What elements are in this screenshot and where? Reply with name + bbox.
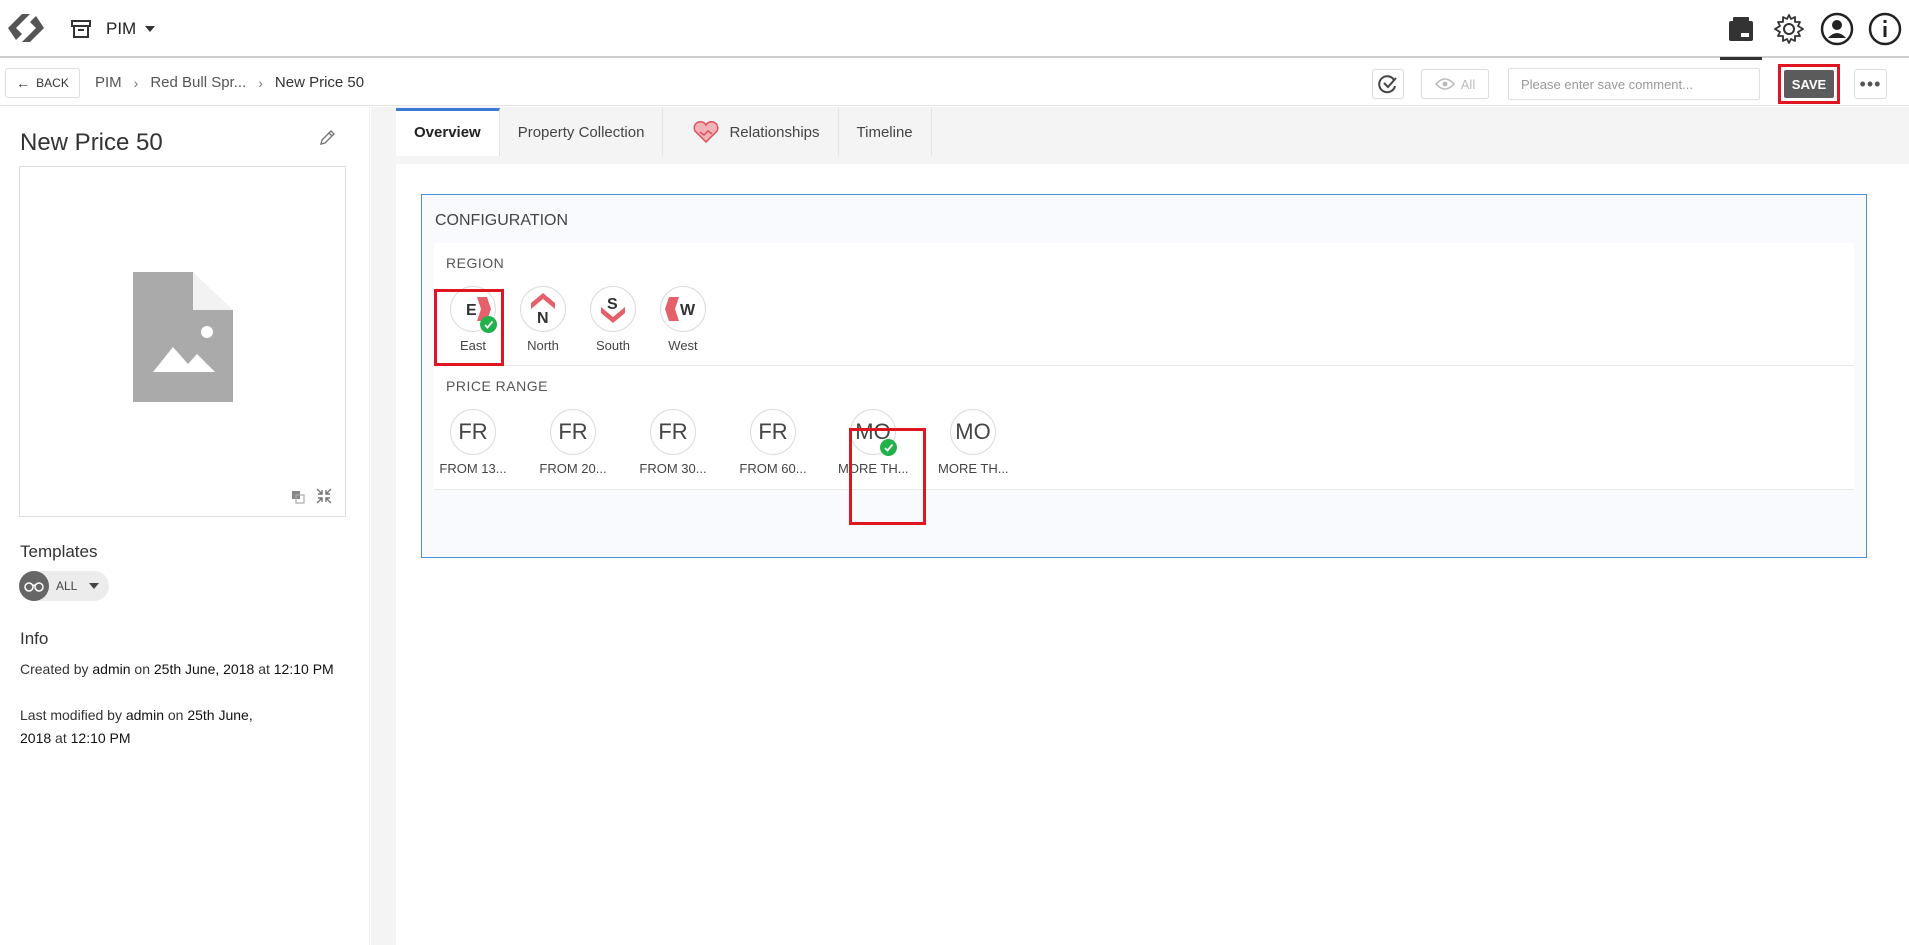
back-label: BACK [36, 76, 69, 90]
price-label: FROM 30... [639, 461, 707, 476]
arrow-left-icon: ← [16, 75, 31, 91]
chevron-right-icon: › [133, 74, 139, 91]
price-label: FROM 20... [539, 461, 607, 476]
region-east-icon: E [450, 286, 497, 333]
check-button[interactable] [1372, 69, 1404, 99]
tab-property-collection[interactable]: Property Collection [499, 108, 664, 156]
view-filter-button[interactable]: All [1421, 69, 1489, 99]
app-logo-icon[interactable] [2, 8, 50, 48]
chevron-down-icon [89, 583, 100, 589]
content-icon[interactable] [1717, 0, 1765, 60]
template-selector[interactable]: ALL [19, 571, 109, 601]
back-button[interactable]: ← BACK [5, 68, 80, 98]
price-chip[interactable]: FR FROM 30... [638, 409, 708, 476]
price-range-title: PRICE RANGE [446, 378, 548, 394]
user-icon[interactable] [1813, 0, 1861, 58]
entity-image[interactable] [19, 166, 346, 517]
price-bubble: FR [750, 409, 796, 455]
settings-icon[interactable] [1765, 0, 1813, 58]
region-group: REGION E East N North S South W West [434, 243, 1854, 366]
top-bar: PIM [0, 0, 1909, 60]
more-options-button[interactable]: ••• [1854, 69, 1887, 99]
breadcrumb: PIM › Red Bull Spr... › New Price 50 [95, 74, 364, 91]
collapse-icon[interactable] [315, 487, 333, 505]
price-bubble: FR [650, 409, 696, 455]
region-chip-south[interactable]: S South [578, 286, 648, 353]
chevron-down-icon [145, 26, 156, 32]
price-chip[interactable]: MO MORE TH... [938, 409, 1009, 476]
info-heading: Info [20, 629, 49, 648]
region-label: North [527, 338, 559, 353]
pencil-icon[interactable] [318, 129, 336, 152]
check-circle-icon [1378, 75, 1397, 94]
price-bubble: MO [950, 409, 996, 455]
svg-text:S: S [607, 296, 618, 313]
svg-text:W: W [680, 302, 696, 319]
glasses-icon [19, 571, 49, 601]
configuration-panel: CONFIGURATION REGION E East N North S So… [421, 194, 1867, 558]
tab-relationships-label: Relationships [729, 123, 820, 141]
price-label: FROM 60... [739, 461, 807, 476]
module-label: PIM [106, 19, 137, 38]
configuration-title: CONFIGURATION [435, 212, 569, 229]
region-chip-west[interactable]: W West [648, 286, 718, 353]
action-bar: ← BACK PIM › Red Bull Spr... › New Price… [0, 60, 1909, 106]
entity-title: New Price 50 [20, 129, 163, 156]
region-chip-east[interactable]: E East [438, 286, 508, 353]
breadcrumb-item-parent[interactable]: Red Bull Spr... [150, 74, 246, 91]
price-label: FROM 13... [439, 461, 507, 476]
price-bubble: FR [450, 409, 496, 455]
chevron-right-icon: › [258, 74, 263, 91]
eye-icon [1434, 78, 1455, 90]
templates-heading: Templates [20, 542, 98, 561]
created-info: Created by admin on 25th June, 2018 at 1… [20, 661, 334, 677]
breadcrumb-item-pim[interactable]: PIM [95, 74, 122, 91]
price-bubble: MO [850, 409, 897, 456]
region-south-icon: S [590, 286, 636, 332]
info-icon[interactable] [1861, 0, 1909, 58]
region-label: South [596, 338, 630, 353]
region-north-icon: N [520, 286, 566, 332]
tab-relationships[interactable]: Relationships [663, 108, 839, 156]
price-chip[interactable]: FR FROM 20... [538, 409, 608, 476]
module-selector[interactable]: PIM [70, 17, 156, 41]
save-highlight: SAVE [1778, 64, 1840, 104]
price-bubble: FR [550, 409, 596, 455]
breadcrumb-item-current: New Price 50 [274, 74, 365, 91]
price-chip-selected[interactable]: MO MORE TH... [838, 409, 909, 476]
tab-bar: Overview Property Collection Relationshi… [396, 108, 932, 156]
check-badge-icon [480, 316, 497, 333]
region-chip-north[interactable]: N North [508, 286, 578, 353]
template-label: ALL [56, 579, 78, 593]
crop-icon[interactable] [290, 489, 306, 505]
price-range-group: PRICE RANGE FR FROM 13... FR FROM 20... … [434, 366, 1854, 490]
save-button[interactable]: SAVE [1784, 70, 1834, 98]
image-placeholder-icon [133, 272, 233, 402]
region-label: West [668, 338, 698, 353]
region-label: East [459, 338, 486, 353]
view-filter-label: All [1460, 76, 1476, 92]
svg-text:E: E [466, 302, 477, 319]
region-title: REGION [446, 255, 505, 271]
tab-timeline[interactable]: Timeline [838, 108, 932, 156]
save-comment-input[interactable] [1508, 68, 1760, 100]
handshake-heart-icon [693, 121, 719, 143]
svg-text:N: N [537, 310, 549, 327]
region-west-icon: W [660, 286, 706, 332]
tab-overview[interactable]: Overview [396, 108, 500, 156]
price-chip[interactable]: FR FROM 60... [738, 409, 808, 476]
left-panel: New Price 50 Templates ALL Info Created … [0, 107, 370, 945]
price-chip[interactable]: FR FROM 13... [438, 409, 508, 476]
price-label: MORE TH... [838, 461, 909, 476]
check-badge-icon [880, 439, 897, 456]
archive-icon [71, 20, 91, 38]
price-label: MORE TH... [938, 461, 1009, 476]
modified-info: Last modified by admin on 25th June, 201… [20, 707, 253, 746]
